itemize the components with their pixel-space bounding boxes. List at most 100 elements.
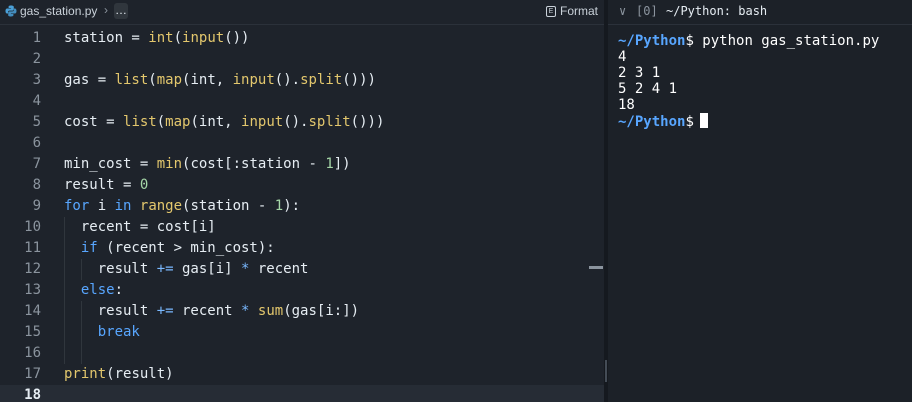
code-token: list (114, 72, 149, 88)
terminal-command: $ python gas_station.py (685, 33, 880, 49)
terminal-title: ~/Python: bash (666, 4, 768, 18)
code-line[interactable]: 8 result = 0 (0, 175, 604, 196)
line-number: 11 (24, 240, 41, 256)
code-token: recent (249, 261, 309, 277)
code-text: else: (64, 280, 123, 301)
code-text: station = int(input()) (64, 28, 249, 49)
line-number: 9 (32, 198, 41, 214)
editor-tab-bar: gas_station.py › … E Format (0, 0, 604, 25)
code-token: (). (274, 72, 301, 88)
line-number: 7 (32, 156, 41, 172)
code-token: (int, (190, 114, 242, 130)
code-token: range (139, 198, 183, 214)
code-token: station = (64, 30, 149, 46)
line-number: 13 (24, 282, 41, 298)
code-token: (station - (182, 198, 275, 214)
code-line[interactable]: 15 break (0, 322, 604, 343)
file-tab-name[interactable]: gas_station.py (20, 4, 97, 18)
terminal-output-line: 2 3 1 (618, 65, 661, 81)
code-token: int (148, 30, 174, 46)
divider-grip[interactable] (605, 360, 607, 382)
code-text: result += recent * sum(gas[i:]) (64, 301, 359, 322)
code-token: if (80, 240, 98, 256)
editor-scrollbar-thumb[interactable] (589, 266, 603, 269)
format-button[interactable]: E Format (545, 4, 598, 18)
code-text: result = 0 (64, 175, 148, 196)
terminal-input-line[interactable]: ~/Python$ (618, 113, 708, 130)
code-token: in (114, 198, 132, 214)
terminal-index: [0] (636, 4, 658, 18)
chevron-down-icon[interactable]: ∨ (619, 0, 626, 22)
code-text: recent = cost[i] (64, 217, 216, 238)
terminal-prompt: ~/Python (618, 33, 686, 49)
code-token: : (114, 282, 124, 298)
format-label: Format (559, 4, 598, 18)
code-token: i (89, 198, 115, 214)
terminal-output-line: 18 (618, 97, 635, 113)
code-token: += (156, 303, 174, 319)
code-line[interactable]: 9 for i in range(station - 1): (0, 196, 604, 217)
format-icon: E (545, 6, 556, 18)
code-line[interactable]: 17 print(result) (0, 364, 604, 385)
code-token: (). (283, 114, 309, 130)
code-token: recent (173, 303, 242, 319)
line-number: 15 (24, 324, 41, 340)
code-token: map (165, 114, 191, 130)
code-line[interactable]: 4 (0, 91, 604, 112)
code-token: cost = (64, 114, 124, 130)
code-token: result = (64, 177, 140, 193)
code-line[interactable]: 13 else: (0, 280, 604, 301)
line-number: 4 (32, 93, 41, 109)
code-line[interactable]: 2 (0, 49, 604, 70)
code-token: list (123, 114, 157, 130)
terminal-pane[interactable]: ∨ [0] ~/Python: bash ~/Python$ python ga… (608, 0, 912, 402)
code-token: input (182, 30, 225, 46)
line-number: 17 (24, 366, 41, 382)
code-token: else (80, 282, 115, 298)
code-text: cost = list(map(int, input().split())) (64, 112, 384, 133)
code-line[interactable]: 7 min_cost = min(cost[:station - 1]) (0, 154, 604, 175)
code-token: min_cost = (64, 156, 157, 172)
line-number: 1 (32, 30, 41, 46)
line-number: 6 (32, 135, 41, 151)
code-token: += (156, 261, 174, 277)
code-token: print (64, 366, 107, 382)
terminal-output-line: 4 (618, 49, 627, 65)
code-token: ( (148, 72, 157, 88)
code-token: 1 (274, 198, 284, 214)
code-line[interactable]: 3 gas = list(map(int, input().split())) (0, 70, 604, 91)
code-line[interactable]: 10 recent = cost[i] (0, 217, 604, 238)
more-options-button[interactable]: … (114, 3, 128, 19)
terminal-header: ∨ [0] ~/Python: bash (608, 0, 912, 25)
code-token: 0 (139, 177, 149, 193)
code-line[interactable]: 5 cost = list(map(int, input().split())) (0, 112, 604, 133)
line-number: 8 (32, 177, 41, 193)
code-token: ())) (350, 114, 385, 130)
code-editor[interactable]: gas_station.py › … E Format 1 station = in… (0, 0, 604, 402)
code-token: ())) (342, 72, 376, 88)
code-token: ( (156, 114, 166, 130)
code-line[interactable]: 18 (0, 385, 604, 402)
code-token: result (64, 261, 157, 277)
code-token: input (241, 114, 284, 130)
code-token: gas[i] (173, 261, 242, 277)
code-token: (result) (106, 366, 174, 382)
code-line[interactable]: 14 result += recent * sum(gas[i:]) (0, 301, 604, 322)
code-text: if (recent > min_cost): (64, 238, 275, 259)
terminal-prompt-suffix: $ (685, 114, 694, 130)
code-text: result += gas[i] * recent (64, 259, 309, 280)
code-token: ): (283, 198, 301, 214)
code-line[interactable]: 16 (0, 343, 604, 364)
code-token: (gas[i:]) (283, 303, 360, 319)
terminal-prompt: ~/Python (618, 114, 686, 130)
code-line[interactable]: 12 result += gas[i] * recent (0, 259, 604, 280)
code-line[interactable]: 11 if (recent > min_cost): (0, 238, 604, 259)
code-line[interactable]: 6 (0, 133, 604, 154)
code-token: break (97, 324, 140, 340)
code-line[interactable]: 1 station = int(input()) (0, 28, 604, 49)
breadcrumb-separator: › (104, 3, 108, 17)
line-number: 14 (24, 303, 41, 319)
